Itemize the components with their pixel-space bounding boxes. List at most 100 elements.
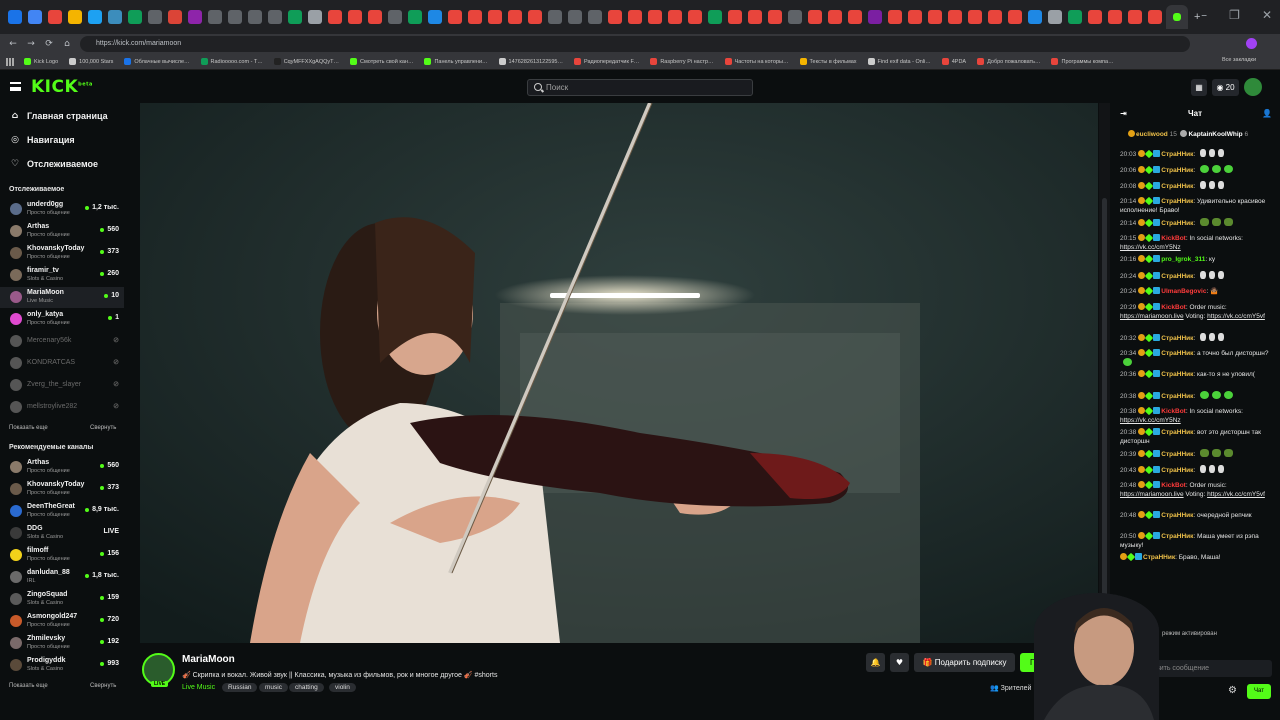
sidebar-channel[interactable]: KhovanskyToday Просто общение 373 xyxy=(0,243,124,264)
bookmark-item[interactable]: Радиопередатчик F… xyxy=(573,58,639,65)
browser-tab[interactable] xyxy=(328,10,342,24)
bookmark-item[interactable]: Тексты в фильмах xyxy=(799,58,857,65)
browser-tab[interactable] xyxy=(568,10,582,24)
browser-tab[interactable] xyxy=(648,10,662,24)
chat-username[interactable]: KickBot xyxy=(1161,304,1186,311)
sidebar-channel[interactable]: KONDRATCAS ⊘ xyxy=(0,353,124,374)
browser-tab[interactable] xyxy=(928,10,942,24)
browser-tab[interactable] xyxy=(168,10,182,24)
chat-username[interactable]: KickBot xyxy=(1161,235,1186,242)
chat-input[interactable]: вить сообщение xyxy=(1152,660,1272,677)
streamer-name[interactable]: MariaMoon xyxy=(182,654,235,665)
tag-chatting[interactable]: chatting xyxy=(289,683,324,692)
chat-link[interactable]: https://vk.cc/cmY5Nz xyxy=(1120,244,1181,251)
browser-tab[interactable] xyxy=(268,10,282,24)
browser-tab[interactable] xyxy=(1048,10,1062,24)
chat-username[interactable]: KickBot xyxy=(1161,482,1186,489)
chat-users-icon[interactable]: 👤 xyxy=(1262,103,1272,125)
browser-tab[interactable] xyxy=(788,10,802,24)
sidebar-channel[interactable]: MariaMoon Live Music 10 xyxy=(0,287,124,308)
browser-tab[interactable] xyxy=(88,10,102,24)
chat-username[interactable]: СтраННик xyxy=(1161,350,1193,357)
chat-username[interactable]: СтраННик xyxy=(1161,533,1193,540)
browser-tab[interactable] xyxy=(988,10,1002,24)
browser-tab[interactable] xyxy=(768,10,782,24)
chat-link[interactable]: https://vk.cc/cmY5vf xyxy=(1207,313,1265,320)
recommended-collapse[interactable]: Свернуть xyxy=(90,683,116,689)
browser-tab[interactable] xyxy=(68,10,82,24)
video-player[interactable] xyxy=(140,103,1098,643)
follow-heart-icon[interactable]: ♥ xyxy=(890,653,909,672)
browser-tab[interactable] xyxy=(188,10,202,24)
bookmark-item[interactable]: 100,000 Stars xyxy=(69,58,113,65)
followed-collapse[interactable]: Свернуть xyxy=(90,425,116,431)
chat-username[interactable]: СтраННик xyxy=(1161,429,1193,436)
tag-russian[interactable]: Russian xyxy=(222,683,258,692)
browser-tab[interactable] xyxy=(8,10,22,24)
chat-username[interactable]: СтраННик xyxy=(1161,198,1193,205)
bookmark-item[interactable]: 1476282613122595… xyxy=(498,58,563,65)
browser-tab[interactable] xyxy=(208,10,222,24)
followed-show-more[interactable]: Показать еще xyxy=(9,425,48,431)
sidebar-nav-browse[interactable]: ◎ Навигация xyxy=(10,133,75,147)
chat-username[interactable]: СтраННик xyxy=(1161,371,1193,378)
browser-tab[interactable] xyxy=(728,10,742,24)
notification-bell-icon[interactable]: 🔔 xyxy=(866,653,885,672)
browser-tab[interactable] xyxy=(28,10,42,24)
bookmark-item[interactable]: Добро пожаловать… xyxy=(977,58,1040,65)
browser-tab[interactable] xyxy=(108,10,122,24)
browser-tab[interactable] xyxy=(148,10,162,24)
stream-category[interactable]: Live Music xyxy=(182,684,215,691)
browser-tab[interactable] xyxy=(748,10,762,24)
browser-tab[interactable] xyxy=(228,10,242,24)
browser-tab[interactable] xyxy=(1008,10,1022,24)
tag-music[interactable]: music xyxy=(259,683,288,692)
forward-icon[interactable]: → xyxy=(22,39,40,49)
tag-violin[interactable]: violin xyxy=(329,683,356,692)
sidebar-nav-home[interactable]: ⌂ Главная страница xyxy=(10,109,108,123)
maximize-icon[interactable]: ❐ xyxy=(1229,8,1240,22)
browser-tab[interactable] xyxy=(608,10,622,24)
browser-tab[interactable] xyxy=(408,10,422,24)
bookmark-item[interactable]: Radiooooo.com - T… xyxy=(200,58,263,65)
browser-tab[interactable] xyxy=(1128,10,1142,24)
browser-tab[interactable] xyxy=(888,10,902,24)
home-icon[interactable]: ⌂ xyxy=(58,39,76,49)
sidebar-channel[interactable]: KhovanskyToday Просто общение 373 xyxy=(0,479,124,500)
chat-username[interactable]: СтраННик xyxy=(1161,467,1193,474)
browser-tab[interactable] xyxy=(368,10,382,24)
chat-link[interactable]: https://mariamoon.live xyxy=(1120,491,1184,498)
bookmark-item[interactable]: 4PDA xyxy=(941,58,966,65)
chat-username[interactable]: СтраННик xyxy=(1161,167,1193,174)
sidebar-channel[interactable]: Zhmilevsky Просто общение 192 xyxy=(0,633,124,654)
profile-avatar[interactable] xyxy=(1246,38,1257,49)
browser-tab[interactable] xyxy=(128,10,142,24)
browser-tab[interactable] xyxy=(828,10,842,24)
back-icon[interactable]: ← xyxy=(4,39,22,49)
browser-tab[interactable] xyxy=(968,10,982,24)
chat-username[interactable]: СтраННик xyxy=(1161,220,1193,227)
bookmark-item[interactable]: Raspberry Pi настр… xyxy=(650,58,714,65)
sidebar-channel[interactable]: Arthas Просто общение 560 xyxy=(0,457,124,478)
sidebar-channel[interactable]: Mercenary56k ⊘ xyxy=(0,331,124,352)
chat-link[interactable]: https://vk.cc/cmY5Nz xyxy=(1120,417,1181,424)
new-tab-icon[interactable]: + xyxy=(1194,11,1200,23)
sidebar-channel[interactable]: Arthas Просто общение 560 xyxy=(0,221,124,242)
browser-tab[interactable] xyxy=(688,10,702,24)
chat-username[interactable]: СтраННик xyxy=(1143,554,1175,561)
bookmark-item[interactable]: CqyMFFXXgAQQyT… xyxy=(273,58,339,65)
active-browser-tab[interactable] xyxy=(1166,5,1188,29)
sidebar-channel[interactable]: Asmongold247 Просто общение 720 xyxy=(0,611,124,632)
sidebar-channel[interactable]: ZingoSquad Slots & Casino 159 xyxy=(0,589,124,610)
sidebar-channel[interactable]: firamir_tv Slots & Casino 260 xyxy=(0,265,124,286)
sidebar-channel[interactable]: DDG Slots & Casino LIVE xyxy=(0,523,124,544)
chat-username[interactable]: СтраННик xyxy=(1161,183,1193,190)
bookmark-item[interactable]: Панель управлени… xyxy=(424,58,488,65)
bookmark-item[interactable]: Программы компа… xyxy=(1051,58,1114,65)
browser-tab[interactable] xyxy=(488,10,502,24)
collapse-chat-icon[interactable]: ⇥ xyxy=(1120,103,1127,125)
chat-username[interactable]: KickBot xyxy=(1161,408,1186,415)
browser-tab[interactable] xyxy=(668,10,682,24)
chat-username[interactable]: СтраННик xyxy=(1161,151,1193,158)
browser-tab[interactable] xyxy=(48,10,62,24)
